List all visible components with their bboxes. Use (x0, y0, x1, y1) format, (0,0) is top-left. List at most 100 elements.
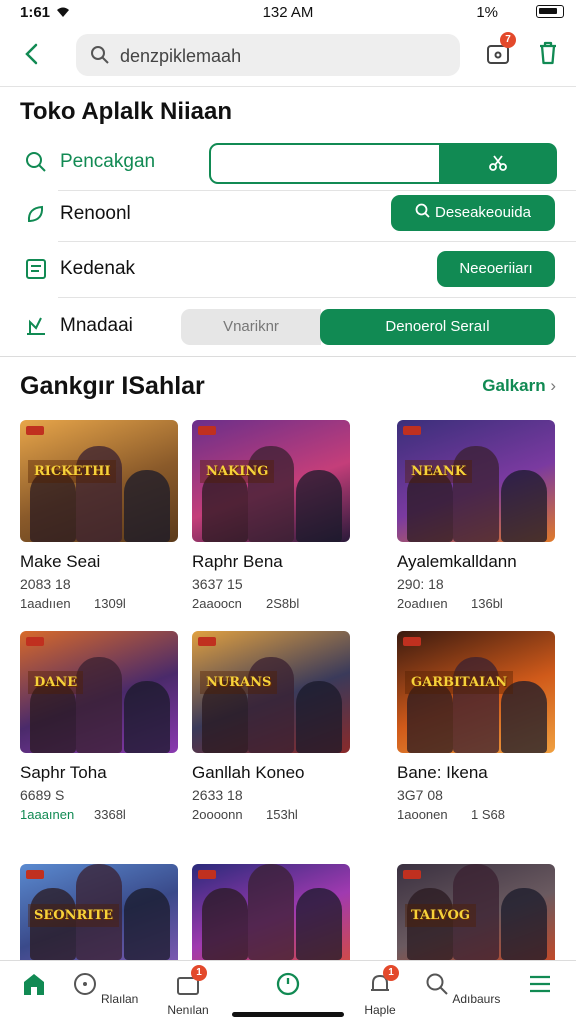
game-thumbnail[interactable]: NAKING (192, 420, 350, 542)
game-card[interactable]: GARBITAIAN Bane: Ikena 3G7 08 1aoonen 1 S68 (397, 631, 557, 822)
search-icon (415, 203, 430, 218)
battery-icon (536, 5, 564, 18)
game-card[interactable] (192, 864, 352, 960)
game-tag (198, 637, 216, 646)
recommend-button-label: Deseakeouida (435, 204, 531, 221)
game-meta-a: 1aadııen (20, 596, 71, 611)
tab-badge: 1 (383, 965, 399, 981)
game-logo: NAKING (200, 460, 275, 483)
game-meta: 2oadııen 136bl (397, 596, 557, 611)
search-icon (426, 973, 448, 995)
store-row-label: Renoonl (60, 203, 131, 224)
game-character-art (296, 888, 342, 960)
game-card[interactable]: NEANK Ayalemkalldann 290: 18 2oadııen 136bl (397, 420, 557, 611)
tab-search[interactable]: Adıbaurs (422, 971, 502, 1006)
game-card[interactable]: SEONRITE (20, 864, 180, 960)
game-meta-a: 1aaaınen (20, 807, 75, 822)
game-logo: RICKETHI (28, 460, 117, 483)
game-thumbnail[interactable] (192, 864, 350, 960)
scissors-icon (489, 155, 507, 171)
tab-bag[interactable]: 1 Nenılan (148, 965, 228, 1017)
store-row-label: Kedenak (60, 258, 136, 279)
game-thumbnail[interactable]: RICKETHI (20, 420, 178, 542)
search-input[interactable] (118, 34, 452, 78)
game-thumbnail[interactable]: TALVOG (397, 864, 555, 960)
game-card[interactable]: RICKETHI Make Seai 2083 18 1aadııen 1309l (20, 420, 180, 611)
game-meta-b: 1309l (94, 596, 126, 611)
chart-icon (27, 317, 45, 335)
game-name: Saphr Toha (20, 763, 107, 782)
tab-home[interactable] (0, 971, 74, 1006)
game-logo: NURANS (200, 671, 278, 694)
game-character-art (124, 888, 170, 960)
game-tag (403, 870, 421, 879)
game-meta: 2oooonn 153hl (192, 807, 352, 822)
tab-explore[interactable]: Rlaılan (65, 971, 145, 1006)
cart-badge: 7 (500, 32, 516, 48)
see-all-label: Galkarn (482, 376, 546, 395)
game-card[interactable]: TALVOG (397, 864, 557, 960)
game-logo: DANE (28, 671, 84, 694)
game-logo: GARBITAIAN (405, 671, 514, 694)
back-arrow-icon[interactable] (18, 40, 46, 68)
game-character-art (296, 470, 342, 542)
game-logo: TALVOG (405, 904, 476, 927)
game-logo: NEANK (405, 460, 473, 483)
game-meta-b: 136bl (471, 596, 503, 611)
game-stats: 2633 18 (192, 787, 243, 803)
game-thumbnail[interactable]: GARBITAIAN (397, 631, 555, 753)
delete-button[interactable] (534, 38, 564, 68)
store-row-label: Mnadaai (60, 315, 133, 336)
game-character-art (501, 470, 547, 542)
store-row-label: Pencakgan (60, 151, 156, 172)
search-icon (26, 152, 46, 172)
store-title: Toko Aplalk Niiaan (20, 98, 233, 125)
manage-secondary-button[interactable]: Vnariknr (181, 309, 321, 345)
cart-button[interactable]: 7 (484, 32, 516, 68)
search-submit-button[interactable] (439, 143, 557, 184)
game-card[interactable]: DANE Saphr Toha 6689 S 1aaaınen 3368l (20, 631, 180, 822)
status-bar: 1:61 132 AM 1% (0, 0, 576, 26)
game-tag (198, 426, 216, 435)
tab-label: Haple (364, 1003, 396, 1017)
game-stats: 3G7 08 (397, 787, 443, 803)
search-field-group[interactable] (209, 143, 557, 184)
app-header: 7 (0, 26, 576, 87)
game-meta-b: 153hl (266, 807, 298, 822)
timer-icon (276, 972, 300, 996)
game-meta: 1aoonen 1 S68 (397, 807, 557, 822)
search-bar[interactable] (76, 34, 460, 78)
game-meta: 1aaaınen 3368l (20, 807, 180, 822)
tab-timer[interactable] (248, 971, 328, 1006)
tab-menu[interactable] (500, 971, 576, 1006)
list-icon (26, 259, 46, 279)
game-name: Bane: Ikena (397, 763, 488, 782)
game-card[interactable]: NURANS Ganllah Koneo 2633 18 2oooonn 153hl (192, 631, 352, 822)
home-indicator (232, 1012, 344, 1017)
game-thumbnail[interactable]: NURANS (192, 631, 350, 753)
tab-notifications[interactable]: 1 Haple (340, 965, 420, 1017)
game-character-art (124, 681, 170, 753)
leaf-icon (27, 205, 44, 222)
compass-icon (73, 973, 96, 995)
game-tag (26, 870, 44, 879)
game-card[interactable]: NAKING Raphr Bena 3637 15 2aaoocn 2S8bl (192, 420, 352, 611)
game-thumbnail[interactable]: NEANK (397, 420, 555, 542)
categories-button[interactable]: Neeoeriiarı (437, 251, 555, 287)
manage-primary-button[interactable]: Denoerol Seraıl (320, 309, 555, 345)
game-stats: 6689 S (20, 787, 65, 803)
tab-label: Rlaılan (100, 992, 139, 1006)
game-thumbnail[interactable]: DANE (20, 631, 178, 753)
game-meta-a: 2oooonn (192, 807, 243, 822)
see-all-link[interactable]: Galkarn › (482, 376, 556, 396)
game-thumbnail[interactable]: SEONRITE (20, 864, 178, 960)
game-meta-b: 1 S68 (471, 807, 505, 822)
game-tag (26, 426, 44, 435)
status-battery-text: 1% (476, 4, 498, 21)
tab-label: Nenılan (167, 1003, 209, 1017)
game-stats: 2083 18 (20, 576, 71, 592)
game-character-art (124, 470, 170, 542)
game-meta: 2aaoocn 2S8bl (192, 596, 352, 611)
game-meta: 1aadııen 1309l (20, 596, 180, 611)
recommend-button[interactable]: Deseakeouida (391, 195, 555, 231)
